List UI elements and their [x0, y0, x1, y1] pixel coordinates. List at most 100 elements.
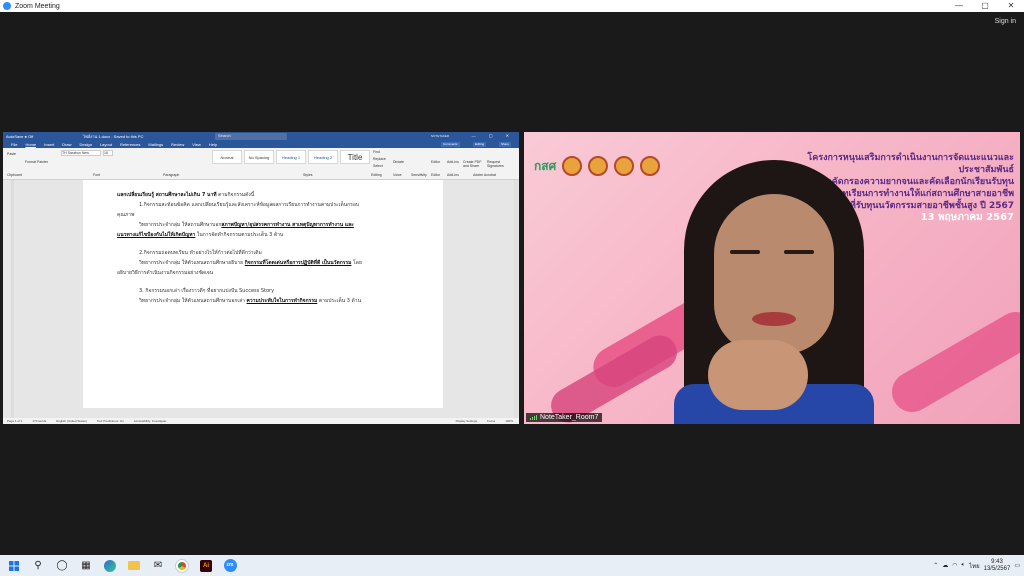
- style-normal[interactable]: Normal: [212, 150, 242, 164]
- group-styles: Styles: [303, 173, 313, 177]
- doc-para-5: 3. กิจกรรมบอกเล่า เรื่องราวดีๆ ที่อยากแบ…: [139, 288, 275, 294]
- participant-person: [674, 154, 874, 424]
- document-title: ไฟล์งาน 1.docx - Saved to this PC: [83, 134, 144, 139]
- windows-icon[interactable]: [2, 555, 26, 576]
- style-heading1[interactable]: Heading 1: [276, 150, 306, 164]
- word-menu-bar: File Home Insert Draw Design Layout Refe…: [3, 141, 519, 148]
- select-button[interactable]: Select: [373, 164, 383, 168]
- doc-para-2: วิทยากรประจำกลุ่ม ให้สถานศึกษาบอกสภาพปัญ…: [117, 220, 409, 230]
- clock[interactable]: 9:43 13/5/2567: [984, 559, 1011, 573]
- group-addins: Add-ins: [447, 173, 459, 177]
- cloud-icon[interactable]: ☁: [942, 562, 948, 569]
- group-sensitivity: Sensitivity: [411, 173, 427, 177]
- doc-para-1: 1.กิจกรรมสะท้อนข้อคิด แลกเปลี่ยนเรียนรู้…: [139, 202, 359, 208]
- doc-heading: แลกเปลี่ยนเรียนรู้ สถานศึกษาละไม่เกิน 7 …: [117, 190, 409, 200]
- word-window-controls[interactable]: — ▢ ✕: [472, 133, 515, 138]
- minimize-button[interactable]: —: [946, 0, 972, 12]
- menu-draw[interactable]: Draw: [62, 142, 71, 147]
- edge-icon[interactable]: [98, 555, 122, 576]
- font-name-select[interactable]: TH Sarabun New: [61, 150, 101, 156]
- participant-video-tile[interactable]: กสศ โครงการหนุนเสริมการดำเนินงานการจัดแน…: [524, 132, 1020, 424]
- person-face: [714, 194, 834, 354]
- word-titlebar: AutoSave ● Off ไฟล์งาน 1.docx - Saved to…: [3, 132, 519, 141]
- editing-button[interactable]: Editing: [473, 142, 487, 147]
- menu-insert[interactable]: Insert: [44, 142, 54, 147]
- status-language: English (United States): [56, 419, 87, 423]
- status-zoom[interactable]: 100%: [505, 419, 519, 423]
- doc-para-1b: คุณภาพ: [117, 212, 135, 218]
- windows-taskbar: ⚲ ◯ ▦ ✉ Ai zm ⌃ ☁ ◠ 🔈︎ ไทย 9:43 13/5/256…: [0, 555, 1024, 576]
- word-search-box[interactable]: Search: [215, 133, 287, 140]
- chevron-up-icon[interactable]: ⌃: [933, 562, 938, 569]
- font-size-select[interactable]: 16: [103, 150, 113, 156]
- task-view-icon[interactable]: ◯: [50, 555, 74, 576]
- doc-para-4: วิทยากรประจำกลุ่ม ให้ตัวแทนสถานศึกษาอธิบ…: [117, 258, 409, 268]
- seal-logo: [640, 156, 661, 176]
- autosave-toggle[interactable]: AutoSave ● Off: [6, 134, 33, 139]
- menu-references[interactable]: References: [120, 142, 140, 147]
- group-acrobat: Adobe Acrobat: [473, 173, 496, 177]
- request-signatures-button[interactable]: Request Signatures: [487, 160, 513, 168]
- chrome-icon[interactable]: [170, 555, 194, 576]
- menu-review[interactable]: Review: [171, 142, 184, 147]
- group-editor: Editor: [431, 173, 441, 177]
- menu-layout[interactable]: Layout: [100, 142, 112, 147]
- doc-para-4d: อธิบายวิธีการดำเนินงานกิจกรรมอย่างชัดเจน: [117, 270, 214, 276]
- widgets-icon[interactable]: ▦: [74, 555, 98, 576]
- comments-button[interactable]: Comments: [441, 142, 460, 147]
- menu-file[interactable]: File: [11, 142, 17, 147]
- explorer-icon[interactable]: [122, 555, 146, 576]
- person-eyebrow: [730, 250, 760, 254]
- sign-in-link[interactable]: Sign in: [995, 18, 1016, 25]
- menu-view[interactable]: View: [192, 142, 201, 147]
- group-paragraph: Paragraph: [163, 173, 180, 177]
- window-titlebar: Zoom Meeting — ▢ ✕: [0, 0, 1024, 12]
- status-focus[interactable]: Focus: [487, 419, 495, 423]
- status-accessibility[interactable]: Accessibility: Investigate: [134, 419, 167, 423]
- find-button[interactable]: Find: [373, 150, 380, 154]
- shared-screen-tile[interactable]: AutoSave ● Off ไฟล์งาน 1.docx - Saved to…: [3, 132, 519, 424]
- editor-button[interactable]: Editor: [431, 160, 440, 164]
- mail-icon[interactable]: ✉: [146, 555, 170, 576]
- style-heading2[interactable]: Heading 2: [308, 150, 338, 164]
- input-language[interactable]: ไทย: [969, 561, 980, 571]
- menu-design[interactable]: Design: [79, 142, 91, 147]
- create-pdf-button[interactable]: Create PDF and Share: [463, 160, 485, 168]
- system-tray: ⌃ ☁ ◠ 🔈︎ ไทย 9:43 13/5/2567 ▭: [933, 555, 1024, 576]
- addins-button[interactable]: Add-ins: [447, 160, 459, 164]
- zoom-icon[interactable]: zm: [218, 555, 242, 576]
- doc-para-6u: ความประทับใจในการทำกิจกรรม: [246, 298, 318, 304]
- wifi-icon[interactable]: ◠: [952, 562, 957, 569]
- replace-button[interactable]: Replace: [373, 157, 386, 161]
- menu-mailings[interactable]: Mailings: [148, 142, 163, 147]
- maximize-button[interactable]: ▢: [972, 0, 998, 12]
- participant-name-tag: NoteTaker_Room7: [526, 413, 603, 422]
- share-button[interactable]: Share: [499, 142, 512, 147]
- status-display-settings[interactable]: Display Settings: [456, 419, 478, 423]
- doc-para-4u: กิจกรรมที่โดดเด่นหรือการปฏิบัติที่ดี เป็…: [244, 260, 352, 266]
- notification-icon[interactable]: ▭: [1014, 562, 1020, 569]
- person-hand: [708, 340, 808, 410]
- zoom-app-icon: [3, 2, 11, 10]
- illustrator-icon[interactable]: Ai: [194, 555, 218, 576]
- status-predictions: Text Predictions: On: [96, 419, 124, 423]
- menu-help[interactable]: Help: [209, 142, 217, 147]
- window-title: Zoom Meeting: [15, 2, 60, 10]
- seal-logo: [614, 156, 635, 176]
- document-page[interactable]: แลกเปลี่ยนเรียนรู้ สถานศึกษาละไม่เกิน 7 …: [83, 180, 443, 408]
- close-button[interactable]: ✕: [998, 0, 1024, 12]
- format-painter-button[interactable]: Format Painter: [25, 160, 48, 164]
- doc-para-2c: ในการจัดทำกิจกรรมตามประเด็น 3 ด้าน: [195, 232, 284, 238]
- doc-para-6: วิทยากรประจำกลุ่ม ให้ตัวแทนสถานศึกษาบอกเ…: [117, 296, 409, 306]
- document-scrollbar[interactable]: [514, 180, 518, 418]
- dictate-button[interactable]: Dictate: [393, 160, 404, 164]
- word-status-bar: Page 1 of 1 170 words English (United St…: [3, 418, 519, 424]
- search-icon[interactable]: ⚲: [26, 555, 50, 576]
- clock-date: 13/5/2567: [983, 565, 1011, 572]
- style-no-spacing[interactable]: No Spacing: [244, 150, 274, 164]
- menu-home[interactable]: Home: [25, 142, 36, 147]
- style-title[interactable]: Title: [340, 150, 370, 164]
- group-clipboard: Clipboard: [7, 173, 22, 177]
- volume-icon[interactable]: 🔈︎: [962, 562, 966, 569]
- paste-button[interactable]: Paste: [7, 152, 16, 156]
